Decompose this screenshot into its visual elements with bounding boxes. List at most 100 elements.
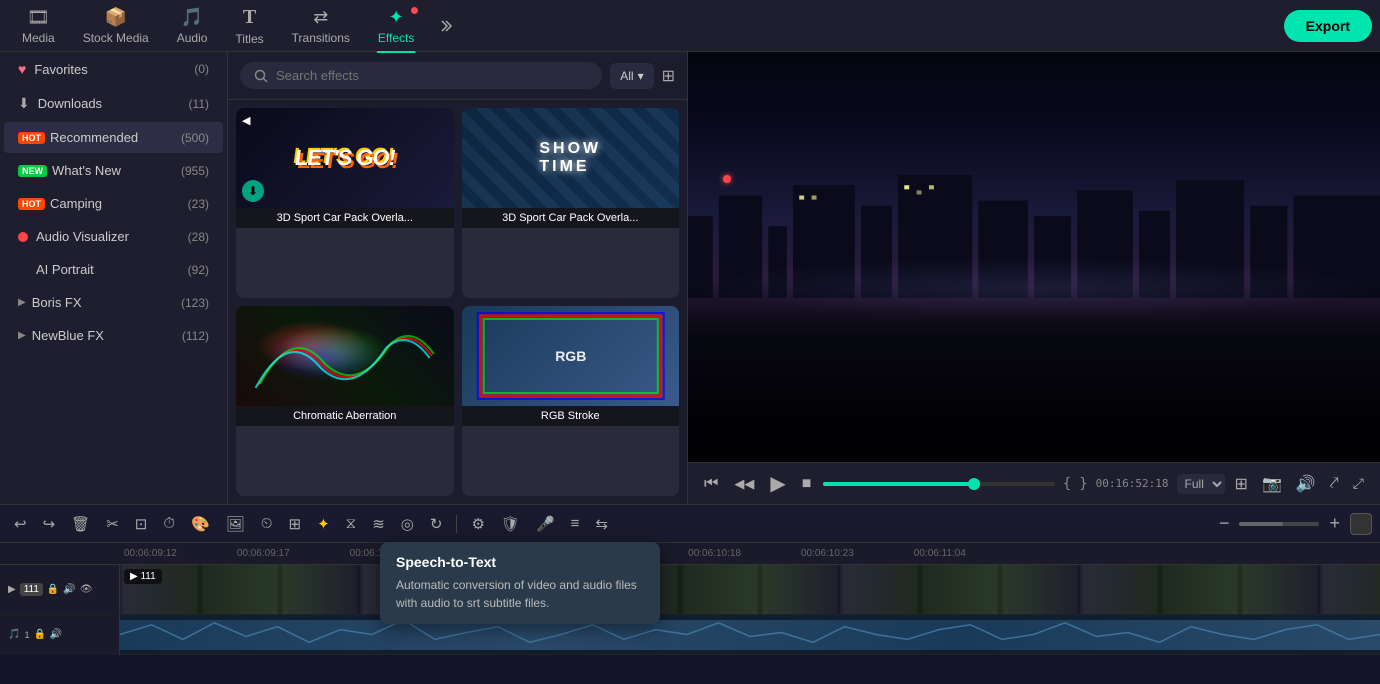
export-button[interactable]: Export (1284, 10, 1372, 42)
ruler-time-6: 00:06:10:23 (801, 548, 854, 559)
rotate-button[interactable]: ↻ (424, 511, 449, 537)
zoom-out-button[interactable]: − (1213, 509, 1236, 538)
nav-more-button[interactable] (428, 17, 462, 35)
effect-thumb-rgb: RGB (462, 306, 680, 406)
toolbar-divider-1 (456, 515, 457, 533)
svg-text:RGB: RGB (555, 348, 586, 364)
layout-button[interactable]: ⊞ (1231, 472, 1252, 496)
filter-button[interactable]: All ▾ (610, 63, 653, 89)
frame-back-button[interactable]: ◀◀ (730, 474, 758, 494)
shield-button[interactable]: 🛡 (495, 511, 526, 537)
timeline-area: ↩ ↪ 🗑 ✂ ⊡ ⏱ 🎨 🖼 ⏲ ⊞ ✦ ⧖ ≋ ◎ ↻ ⚙ 🛡 🎤 ≡ ⇆ … (0, 504, 1380, 684)
search-input[interactable] (276, 68, 588, 83)
video-track: ▶ 111 🔒 🔊 👁 ▶ 111 (0, 565, 1380, 615)
ai-portrait-count: (92) (188, 263, 209, 277)
audio-track-content[interactable] (120, 615, 1380, 654)
filter-label: All (620, 69, 633, 83)
favorites-label: Favorites (34, 62, 194, 77)
nav-audio[interactable]: 🎵 Audio (163, 3, 222, 49)
stock-media-icon: 📦 (104, 7, 126, 28)
traffic-light (723, 175, 731, 183)
nav-transitions[interactable]: ⇄ Transitions (278, 3, 364, 49)
sidebar-item-downloads[interactable]: ⬇ Downloads (11) (4, 87, 223, 120)
downloads-label: Downloads (38, 96, 189, 111)
black-square-button[interactable] (1350, 513, 1372, 535)
sort-button[interactable]: ≡ (565, 511, 586, 536)
timer-button[interactable]: ⏱ (157, 511, 181, 536)
magic-button[interactable]: ✦ (311, 511, 336, 537)
screenshot-button[interactable]: 📷 (1258, 472, 1286, 496)
color-button[interactable]: 🎨 (185, 511, 216, 537)
favorites-count: (0) (194, 62, 209, 76)
waveform-button[interactable]: ≋ (366, 511, 391, 537)
image-button[interactable]: 🖼 (220, 511, 251, 537)
sidebar-item-favorites[interactable]: ♥ Favorites (0) (4, 53, 223, 85)
zoom-controls: − + (1213, 509, 1346, 538)
download-icon: ⬇ (18, 95, 30, 112)
transitions-icon: ⇄ (313, 7, 328, 28)
effect-card-sport-car-1[interactable]: LET'S GO! ⬇ ◀ 3D Sport Car Pack Overla..… (236, 108, 454, 298)
video-track-lock-icon: 🔒 (47, 584, 59, 595)
timecode-display: 00:16:52:18 (1096, 477, 1169, 490)
duration-button[interactable]: ⏲ (255, 511, 279, 536)
circle-button[interactable]: ◎ (395, 511, 420, 537)
effect-label-sport1: 3D Sport Car Pack Overla... (236, 208, 454, 228)
crop-button[interactable]: ⊡ (129, 511, 154, 537)
effect-card-sport-car-2[interactable]: SHOWTIME 3D Sport Car Pack Overla... (462, 108, 680, 298)
nav-effects[interactable]: ✦ Effects (364, 3, 428, 49)
zoom-slider[interactable] (1239, 522, 1319, 526)
sidebar-item-whats-new[interactable]: NEW What's New (955) (4, 155, 223, 186)
sidebar-item-ai-portrait[interactable]: AI Portrait (92) (4, 254, 223, 285)
progress-bar[interactable] (823, 482, 1054, 486)
sidebar-item-camping[interactable]: HOT Camping (23) (4, 188, 223, 219)
keyframe-button[interactable]: ⧖ (340, 511, 363, 536)
grid-view-button[interactable]: ⊞ (662, 66, 675, 86)
video-controls: ⏮ ◀◀ ▶ ■ { } 00:16:52:18 Full ⊞ 📷 🔊 ⤤ ⤢ (688, 462, 1380, 504)
fit-button[interactable]: ⊞ (283, 511, 308, 537)
delete-button[interactable]: 🗑 (65, 511, 96, 537)
audio-visualizer-label: Audio Visualizer (36, 229, 188, 244)
audio-visualizer-count: (28) (188, 230, 209, 244)
play-button[interactable]: ▶ (766, 469, 789, 498)
download-overlay-icon: ⬇ (242, 180, 264, 202)
fullscreen-button[interactable]: ⤢ (1349, 473, 1368, 494)
stop-button[interactable]: ■ (798, 473, 816, 495)
settings-button[interactable]: ⚙ (465, 511, 490, 537)
effect-label-chromatic: Chromatic Aberration (236, 406, 454, 426)
volume-button[interactable]: 🔊 (1292, 472, 1320, 496)
effect-card-rgb-stroke[interactable]: RGB RGB Stroke (462, 306, 680, 496)
mic-button[interactable]: 🎤 (530, 511, 561, 537)
top-navigation: 🎞 Media 📦 Stock Media 🎵 Audio T Titles ⇄… (0, 0, 1380, 52)
transfer-button[interactable]: ⇆ (589, 511, 614, 537)
sidebar-item-recommended[interactable]: HOT Recommended (500) (4, 122, 223, 153)
recommended-count: (500) (181, 131, 209, 145)
video-track-bg (120, 565, 1380, 614)
sidebar-item-boris-fx[interactable]: ▶ Boris FX (123) (4, 287, 223, 318)
nav-media[interactable]: 🎞 Media (8, 3, 69, 49)
effect-card-chromatic[interactable]: Chromatic Aberration (236, 306, 454, 496)
cut-button[interactable]: ✂ (100, 511, 125, 537)
downloads-count: (11) (189, 97, 209, 111)
arrow-right-icon-newblue: ▶ (18, 330, 26, 341)
undo-button[interactable]: ↩ (8, 511, 33, 537)
effects-panel: All ▾ ⊞ LET'S GO! ⬇ ◀ 3D Sport Car Pack … (228, 52, 688, 504)
video-preview (688, 52, 1380, 462)
chevrons-right-icon (436, 17, 454, 35)
sidebar-item-newblue-fx[interactable]: ▶ NewBlue FX (112) (4, 320, 223, 351)
sidebar-item-audio-visualizer[interactable]: Audio Visualizer (28) (4, 221, 223, 252)
video-track-content[interactable]: ▶ 111 (120, 565, 1380, 614)
video-clip-label: ▶ 111 (124, 569, 162, 584)
zoom-in-button[interactable]: + (1323, 509, 1346, 538)
video-track-number: 111 (20, 583, 43, 596)
boris-fx-label: Boris FX (32, 295, 181, 310)
export-frame-button[interactable]: ⤤ (1326, 473, 1343, 495)
search-input-wrap[interactable] (240, 62, 602, 89)
nav-titles[interactable]: T Titles (221, 2, 277, 50)
quality-select[interactable]: Full (1177, 474, 1225, 494)
nav-stock-media[interactable]: 📦 Stock Media (69, 3, 163, 49)
red-dot-icon (18, 232, 28, 242)
skip-back-button[interactable]: ⏮ (700, 473, 722, 495)
effect-thumb-chromatic (236, 306, 454, 406)
nav-effects-label: Effects (378, 31, 414, 45)
redo-button[interactable]: ↪ (37, 511, 62, 537)
